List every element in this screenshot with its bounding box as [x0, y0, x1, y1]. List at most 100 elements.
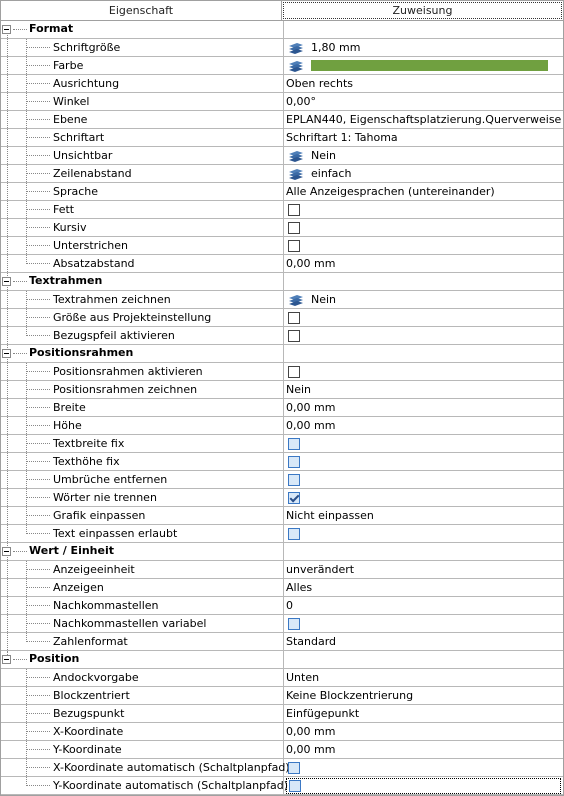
property-label: Zeilenabstand [53, 167, 132, 180]
property-row-farbe[interactable]: Farbe [1, 57, 563, 75]
property-row-bezugspunkt[interactable]: Bezugspunkt Einfügepunkt [1, 705, 563, 723]
property-row-texthoehe-fix[interactable]: Texthöhe fix [1, 453, 563, 471]
property-row-unterstrichen[interactable]: Unterstrichen [1, 237, 563, 255]
property-row-anzeigen[interactable]: Anzeigen Alles [1, 579, 563, 597]
group-format[interactable]: Format [1, 21, 563, 39]
nachkomma-variabel-checkbox[interactable] [288, 617, 300, 630]
collapse-icon[interactable] [2, 655, 11, 664]
bezugspfeil-checkbox[interactable] [288, 329, 300, 342]
y-auto-checkbox[interactable] [289, 779, 301, 792]
property-value[interactable]: 1,80 mm [311, 41, 360, 54]
property-label: Absatzabstand [53, 257, 135, 270]
property-row-textbreite-fix[interactable]: Textbreite fix [1, 435, 563, 453]
property-value[interactable]: 0,00 mm [286, 419, 335, 432]
group-position[interactable]: Position [1, 651, 563, 669]
property-row-x-auto[interactable]: X-Koordinate automatisch (Schaltplanpfad… [1, 759, 563, 777]
property-value[interactable]: Keine Blockzentrierung [286, 689, 413, 702]
property-value[interactable]: Nein [286, 383, 311, 396]
property-value[interactable]: einfach [311, 167, 351, 180]
collapse-icon[interactable] [2, 349, 11, 358]
text-einpassen-checkbox[interactable] [288, 527, 300, 540]
property-row-y-koordinate[interactable]: Y-Koordinate 0,00 mm [1, 741, 563, 759]
property-label: Ebene [53, 113, 88, 126]
texthoehe-fix-checkbox[interactable] [288, 455, 300, 468]
collapse-icon[interactable] [2, 547, 11, 556]
property-row-ausrichtung[interactable]: Ausrichtung Oben rechts [1, 75, 563, 93]
column-header-zuweisung[interactable]: Zuweisung [283, 2, 562, 19]
property-row-posrahmen-aktivieren[interactable]: Positionsrahmen aktivieren [1, 363, 563, 381]
property-row-y-auto[interactable]: Y-Koordinate automatisch (Schaltplanpfad… [1, 777, 563, 795]
property-row-textrahmen-zeichnen[interactable]: Textrahmen zeichnen Nein [1, 291, 563, 309]
x-auto-checkbox[interactable] [288, 761, 300, 774]
property-row-winkel[interactable]: Winkel 0,00° [1, 93, 563, 111]
property-row-hoehe[interactable]: Höhe 0,00 mm [1, 417, 563, 435]
property-value[interactable]: Nicht einpassen [286, 509, 374, 522]
textbreite-fix-checkbox[interactable] [288, 437, 300, 450]
property-value[interactable]: 0,00 mm [286, 725, 335, 738]
property-value[interactable]: Nein [311, 293, 336, 306]
property-row-fett[interactable]: Fett [1, 201, 563, 219]
property-value[interactable]: 0 [286, 599, 293, 612]
unterstrichen-checkbox[interactable] [288, 239, 300, 252]
umbrueche-checkbox[interactable] [288, 473, 300, 486]
property-value[interactable]: Schriftart 1: Tahoma [286, 131, 398, 144]
focused-value-cell[interactable] [286, 777, 561, 794]
group-wert-einheit[interactable]: Wert / Einheit [1, 543, 563, 561]
property-row-andockvorgabe[interactable]: Andockvorgabe Unten [1, 669, 563, 687]
property-value[interactable]: 0,00 mm [286, 743, 335, 756]
collapse-icon[interactable] [2, 25, 11, 34]
property-label: Andockvorgabe [53, 671, 139, 684]
property-row-schriftart[interactable]: Schriftart Schriftart 1: Tahoma [1, 129, 563, 147]
property-value[interactable]: Einfügepunkt [286, 707, 359, 720]
kursiv-checkbox[interactable] [288, 221, 300, 234]
groesse-projekt-checkbox[interactable] [288, 311, 300, 324]
group-label: Positionsrahmen [29, 346, 134, 359]
woerter-checkbox[interactable] [288, 491, 300, 504]
property-value[interactable]: 0,00 mm [286, 257, 335, 270]
property-row-woerter[interactable]: Wörter nie trennen [1, 489, 563, 507]
property-label: Größe aus Projekteinstellung [53, 311, 212, 324]
property-row-schriftgroesse[interactable]: Schriftgröße 1,80 mm [1, 39, 563, 57]
property-row-blockzentriert[interactable]: Blockzentriert Keine Blockzentrierung [1, 687, 563, 705]
property-row-nachkomma[interactable]: Nachkommastellen 0 [1, 597, 563, 615]
property-value[interactable]: Standard [286, 635, 336, 648]
property-row-x-koordinate[interactable]: X-Koordinate 0,00 mm [1, 723, 563, 741]
property-value[interactable]: Alles [286, 581, 312, 594]
property-value[interactable]: Oben rechts [286, 77, 353, 90]
group-textrahmen[interactable]: Textrahmen [1, 273, 563, 291]
property-value[interactable]: Alle Anzeigesprachen (untereinander) [286, 185, 495, 198]
property-value[interactable]: 0,00 mm [286, 401, 335, 414]
property-row-text-einpassen[interactable]: Text einpassen erlaubt [1, 525, 563, 543]
property-label: Umbrüche entfernen [53, 473, 168, 486]
fett-checkbox[interactable] [288, 203, 300, 216]
property-label: Bezugspunkt [53, 707, 125, 720]
property-row-groesse-projekt[interactable]: Größe aus Projekteinstellung [1, 309, 563, 327]
group-positionsrahmen[interactable]: Positionsrahmen [1, 345, 563, 363]
property-row-grafik[interactable]: Grafik einpassen Nicht einpassen [1, 507, 563, 525]
color-swatch[interactable] [311, 60, 548, 71]
property-row-bezugspfeil[interactable]: Bezugspfeil aktivieren [1, 327, 563, 345]
property-value[interactable]: 0,00° [286, 95, 316, 108]
property-value[interactable]: EPLAN440, Eigenschaftsplatzierung.Querve… [286, 113, 561, 126]
property-row-zahlenformat[interactable]: Zahlenformat Standard [1, 633, 563, 651]
posrahmen-aktivieren-checkbox[interactable] [288, 365, 300, 378]
collapse-icon[interactable] [2, 277, 11, 286]
property-value[interactable]: Nein [311, 149, 336, 162]
property-value[interactable]: unverändert [286, 563, 354, 576]
property-row-absatzabstand[interactable]: Absatzabstand 0,00 mm [1, 255, 563, 273]
property-row-nachkomma-variabel[interactable]: Nachkommastellen variabel [1, 615, 563, 633]
property-row-sprache[interactable]: Sprache Alle Anzeigesprachen (untereinan… [1, 183, 563, 201]
property-row-posrahmen-zeichnen[interactable]: Positionsrahmen zeichnen Nein [1, 381, 563, 399]
property-row-breite[interactable]: Breite 0,00 mm [1, 399, 563, 417]
property-row-ebene[interactable]: Ebene EPLAN440, Eigenschaftsplatzierung.… [1, 111, 563, 129]
layers-icon [289, 42, 303, 54]
property-row-umbrueche[interactable]: Umbrüche entfernen [1, 471, 563, 489]
property-label: Blockzentriert [53, 689, 130, 702]
property-value[interactable]: Unten [286, 671, 319, 684]
property-row-zeilenabstand[interactable]: Zeilenabstand einfach [1, 165, 563, 183]
property-row-anzeigeeinheit[interactable]: Anzeigeeinheit unverändert [1, 561, 563, 579]
property-row-kursiv[interactable]: Kursiv [1, 219, 563, 237]
column-header-eigenschaft[interactable]: Eigenschaft [1, 1, 282, 20]
property-row-unsichtbar[interactable]: Unsichtbar Nein [1, 147, 563, 165]
property-label: Anzeigen [53, 581, 104, 594]
